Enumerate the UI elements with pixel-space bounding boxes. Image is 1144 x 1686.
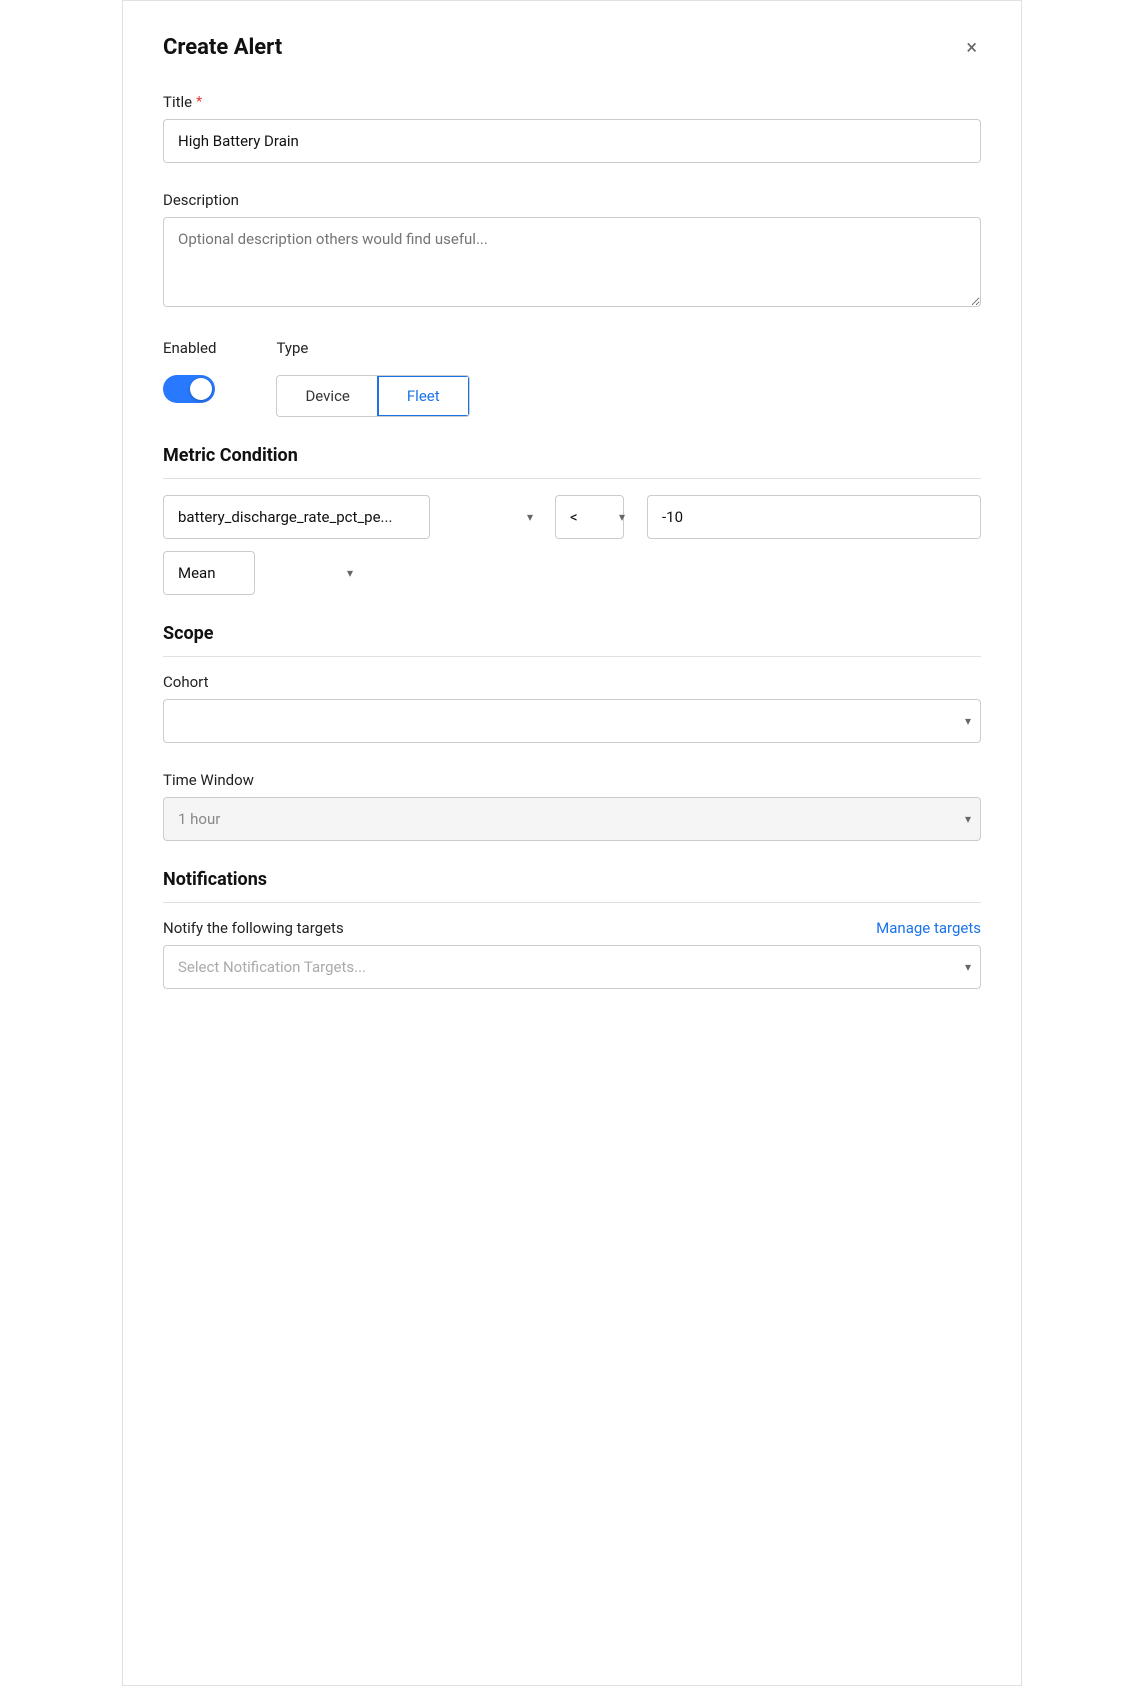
description-input[interactable] — [163, 217, 981, 307]
cohort-select[interactable] — [163, 699, 981, 743]
aggregation-row: Mean Max Min Sum Count ▾ — [163, 551, 981, 595]
type-field: Type Device Fleet — [276, 339, 469, 417]
scope-title: Scope — [163, 623, 981, 657]
notification-targets-select[interactable]: Select Notification Targets... — [163, 945, 981, 989]
aggregation-select-wrapper: Mean Max Min Sum Count ▾ — [163, 551, 363, 595]
metric-condition-row: battery_discharge_rate_pct_pe... battery… — [163, 495, 981, 539]
manage-targets-link[interactable]: Manage targets — [876, 919, 981, 937]
close-button[interactable]: × — [962, 33, 981, 61]
cohort-label: Cohort — [163, 673, 981, 691]
enabled-label: Enabled — [163, 339, 216, 357]
metric-condition-title: Metric Condition — [163, 445, 981, 479]
create-alert-modal: Create Alert × Title * Description Enabl… — [122, 0, 1022, 1686]
notifications-title: Notifications — [163, 869, 981, 903]
required-indicator: * — [196, 94, 202, 110]
description-label: Description — [163, 191, 981, 209]
toggle-knob — [190, 378, 212, 400]
enabled-type-row: Enabled Type Device Fleet — [163, 339, 981, 417]
metric-select[interactable]: battery_discharge_rate_pct_pe... battery… — [163, 495, 430, 539]
metric-value-input[interactable] — [647, 495, 981, 539]
title-input[interactable] — [163, 119, 981, 163]
notifications-header: Notify the following targets Manage targ… — [163, 919, 981, 937]
type-device-button[interactable]: Device — [277, 376, 377, 416]
metric-select-wrapper: battery_discharge_rate_pct_pe... battery… — [163, 495, 543, 539]
metric-condition-section: Metric Condition battery_discharge_rate_… — [163, 445, 981, 595]
toggle-track[interactable] — [163, 375, 215, 403]
operator-select[interactable]: < > <= >= == != — [555, 495, 624, 539]
cohort-field: Cohort ▾ — [163, 673, 981, 743]
modal-header: Create Alert × — [163, 33, 981, 61]
metric-chevron-icon: ▾ — [527, 510, 533, 524]
cohort-select-wrapper: ▾ — [163, 699, 981, 743]
type-label: Type — [276, 339, 469, 357]
aggregation-select[interactable]: Mean Max Min Sum Count — [163, 551, 255, 595]
description-section: Description — [163, 191, 981, 311]
title-label: Title * — [163, 93, 981, 111]
notifications-section: Notifications Notify the following targe… — [163, 869, 981, 989]
scope-section: Scope Cohort ▾ Time Window 1 hour 6 hour… — [163, 623, 981, 841]
notification-select-wrapper: Select Notification Targets... ▾ — [163, 945, 981, 989]
type-toggle-group: Device Fleet — [276, 375, 469, 417]
type-fleet-button[interactable]: Fleet — [377, 375, 470, 417]
time-window-label: Time Window — [163, 771, 981, 789]
enabled-field: Enabled — [163, 339, 216, 403]
time-window-select-wrapper: 1 hour 6 hours 12 hours 24 hours 7 days … — [163, 797, 981, 841]
time-window-field: Time Window 1 hour 6 hours 12 hours 24 h… — [163, 771, 981, 841]
enabled-toggle[interactable] — [163, 375, 216, 403]
modal-title: Create Alert — [163, 35, 282, 60]
time-window-select[interactable]: 1 hour 6 hours 12 hours 24 hours 7 days — [163, 797, 981, 841]
notify-label: Notify the following targets — [163, 919, 344, 937]
operator-select-wrapper: < > <= >= == != ▾ — [555, 495, 635, 539]
title-section: Title * — [163, 93, 981, 163]
aggregation-chevron-icon: ▾ — [347, 566, 353, 580]
